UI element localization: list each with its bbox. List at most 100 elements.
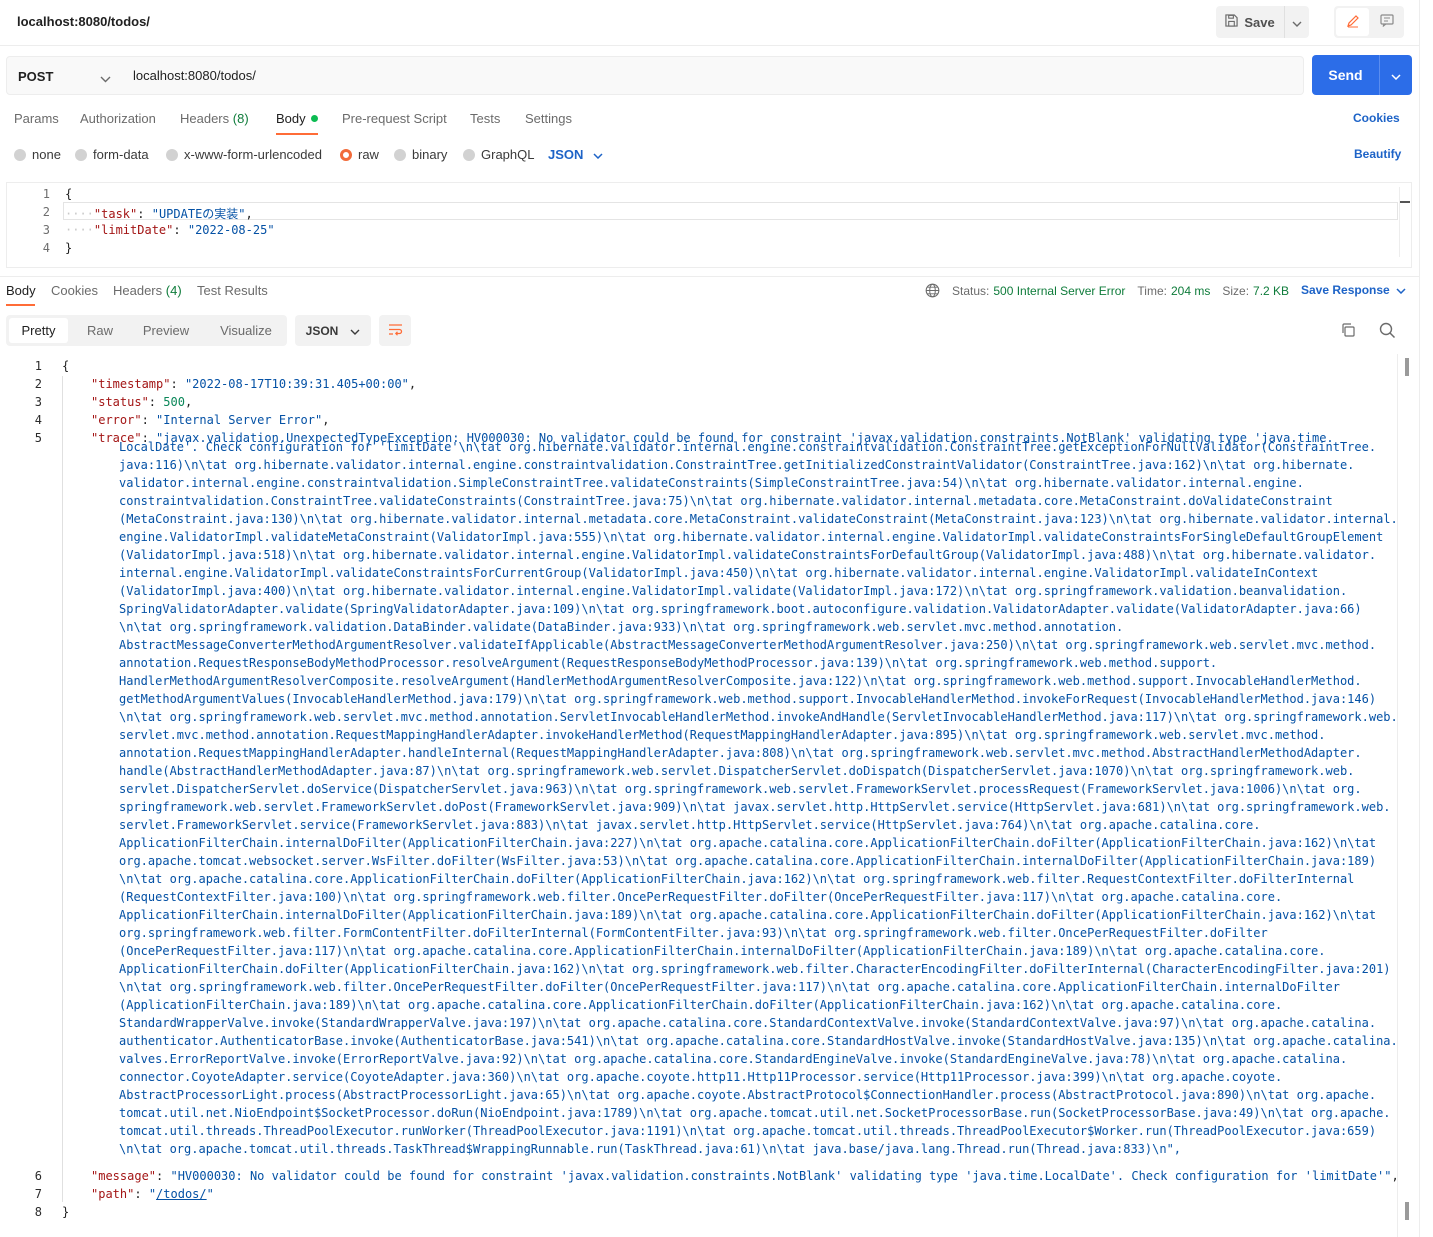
- request-body-editor[interactable]: 1 2 3 4 { ····"task": "UPDATEの実装", ····"…: [6, 182, 1412, 268]
- response-tab-headers[interactable]: Headers (4): [113, 283, 182, 298]
- trace-line: (ValidatorImpl.java:518)\n\tat org.hiber…: [119, 548, 1377, 562]
- trace-line: StandardWrapperValve.invoke(StandardWrap…: [119, 1016, 1377, 1030]
- request-tab-bar: localhost:8080/todos/ Save: [0, 0, 1420, 46]
- view-raw[interactable]: Raw: [76, 318, 124, 343]
- line-number: 5: [34, 431, 42, 445]
- radio-icon: [75, 148, 87, 161]
- trace-line: getMethodArgumentValues(InvocableHandler…: [119, 692, 1377, 706]
- chevron-down-icon: [593, 147, 603, 162]
- status-value[interactable]: 500 Internal Server Error: [993, 284, 1125, 298]
- url-input[interactable]: [121, 56, 1304, 95]
- tab-params[interactable]: Params: [14, 111, 59, 126]
- trace-line: handle(AbstractHandlerMethodAdapter.java…: [119, 764, 1355, 778]
- pencil-icon: [1346, 14, 1360, 31]
- headers-count-badge: (8): [232, 111, 249, 126]
- tab-authorization[interactable]: Authorization: [80, 111, 156, 126]
- response-tab-cookies[interactable]: Cookies: [51, 283, 98, 298]
- comment-icon: [1379, 14, 1394, 30]
- trace-line: (ValidatorImpl.java:400)\n\tat org.hiber…: [119, 584, 1348, 598]
- line-number: 1: [42, 187, 50, 201]
- active-tab-indicator: [6, 304, 35, 306]
- method-label: POST: [18, 69, 54, 84]
- trace-line: (ApplicationFilterChain.java:189)\n\tat …: [119, 998, 1283, 1012]
- body-mode-raw[interactable]: raw: [340, 147, 379, 162]
- tab-tests[interactable]: Tests: [470, 111, 500, 126]
- view-mode-toggle: [1334, 6, 1404, 38]
- save-response-button[interactable]: Save Response: [1301, 283, 1406, 297]
- view-preview[interactable]: Preview: [134, 318, 198, 343]
- edit-mode-button[interactable]: [1336, 8, 1369, 36]
- send-button[interactable]: Send: [1312, 55, 1379, 95]
- time-value[interactable]: 204 ms: [1171, 284, 1210, 298]
- body-mode-label: form-data: [93, 147, 149, 162]
- trace-line: LocalDate'. Check configuration for 'lim…: [119, 440, 1377, 454]
- send-button-group: Send: [1312, 55, 1412, 95]
- status-label: Status:: [952, 283, 990, 298]
- response-format-select[interactable]: JSON: [295, 315, 371, 346]
- view-pretty[interactable]: Pretty: [9, 318, 68, 343]
- trace-line: servlet.mvc.method.annotation.RequestMap…: [119, 728, 1326, 742]
- trace-line: (OncePerRequestFilter.java:117)\n\tat or…: [119, 944, 1326, 958]
- response-body-viewer[interactable]: 1 2 3 4 5 6 7 8 { "timestamp": "2022-08-…: [0, 354, 1420, 1237]
- documentation-button[interactable]: [1371, 8, 1402, 36]
- radio-selected-icon: [340, 148, 352, 161]
- body-mode-form-data[interactable]: form-data: [75, 147, 149, 162]
- radio-icon: [463, 148, 475, 161]
- line-number: 2: [34, 377, 42, 391]
- tab-prerequest-script[interactable]: Pre-request Script: [342, 111, 447, 126]
- wrap-lines-icon: [388, 323, 403, 339]
- save-button-group: Save: [1216, 6, 1309, 38]
- trace-line: \n\tat org.springframework.validation.Da…: [119, 620, 1124, 634]
- cookies-link[interactable]: Cookies: [1353, 111, 1400, 125]
- chevron-down-icon: [1391, 68, 1401, 83]
- view-visualize[interactable]: Visualize: [208, 318, 284, 343]
- save-options-button[interactable]: [1284, 6, 1309, 38]
- tab-headers-label: Headers: [180, 111, 230, 126]
- line-number: 6: [34, 1169, 42, 1183]
- globe-icon[interactable]: [925, 283, 940, 298]
- line-number: 3: [42, 223, 50, 237]
- trace-line: servlet.FrameworkServlet.service(Framewo…: [119, 818, 1261, 832]
- wrap-lines-button[interactable]: [379, 315, 411, 346]
- line-number: 4: [34, 413, 42, 427]
- tab-headers[interactable]: Headers (8): [180, 111, 249, 126]
- body-mode-graphql[interactable]: GraphQL: [463, 147, 534, 162]
- body-mode-urlencoded[interactable]: x-www-form-urlencoded: [166, 147, 322, 162]
- response-scrollbar[interactable]: [1397, 354, 1419, 1237]
- trace-line: annotation.RequestResponseBodyMethodProc…: [119, 656, 1218, 670]
- save-button[interactable]: Save: [1216, 6, 1284, 38]
- trace-line: valves.ErrorReportValve.invoke(ErrorRepo…: [119, 1052, 1348, 1066]
- beautify-link[interactable]: Beautify: [1354, 147, 1401, 161]
- method-select[interactable]: POST: [6, 56, 122, 95]
- request-title[interactable]: localhost:8080/todos/: [17, 14, 150, 29]
- send-options-button[interactable]: [1379, 55, 1412, 95]
- body-active-dot: [310, 115, 318, 123]
- path-link[interactable]: /todos/: [156, 1187, 207, 1201]
- search-icon[interactable]: [1379, 322, 1396, 342]
- copy-icon[interactable]: [1340, 322, 1356, 341]
- divider: [1419, 0, 1420, 1237]
- editor-scrollbar[interactable]: [1399, 187, 1410, 257]
- response-tab-test-results[interactable]: Test Results: [197, 283, 268, 298]
- line-number: 7: [34, 1187, 42, 1201]
- trace-line: \n\tat org.springframework.web.servlet.m…: [119, 710, 1398, 724]
- response-format-label: JSON: [305, 323, 339, 338]
- code-line: ····"task": "UPDATEの実装",: [65, 207, 253, 221]
- body-mode-none[interactable]: none: [14, 147, 61, 162]
- radio-icon: [14, 148, 26, 161]
- tab-body[interactable]: Body: [276, 111, 318, 126]
- json-line-timestamp: "timestamp": "2022-08-17T10:39:31.405+00…: [91, 377, 417, 391]
- response-tab-body[interactable]: Body: [6, 283, 36, 298]
- trace-line: tomcat.util.threads.ThreadPoolExecutor.r…: [119, 1124, 1377, 1138]
- body-mode-binary[interactable]: binary: [394, 147, 447, 162]
- trace-line: \n\tat org.apache.catalina.core.Applicat…: [119, 872, 1355, 886]
- size-value[interactable]: 7.2 KB: [1253, 284, 1289, 298]
- line-number: 8: [34, 1205, 42, 1219]
- tab-body-label: Body: [276, 111, 306, 126]
- body-type-select[interactable]: JSON: [548, 147, 603, 162]
- trace-line: AbstractProcessorLight.process(AbstractP…: [119, 1088, 1377, 1102]
- tab-settings[interactable]: Settings: [525, 111, 572, 126]
- body-mode-label: none: [32, 147, 61, 162]
- trace-line: SpringValidatorAdapter.validate(SpringVa…: [119, 602, 1362, 616]
- trace-line: springframework.web.servlet.FrameworkSer…: [119, 800, 1391, 814]
